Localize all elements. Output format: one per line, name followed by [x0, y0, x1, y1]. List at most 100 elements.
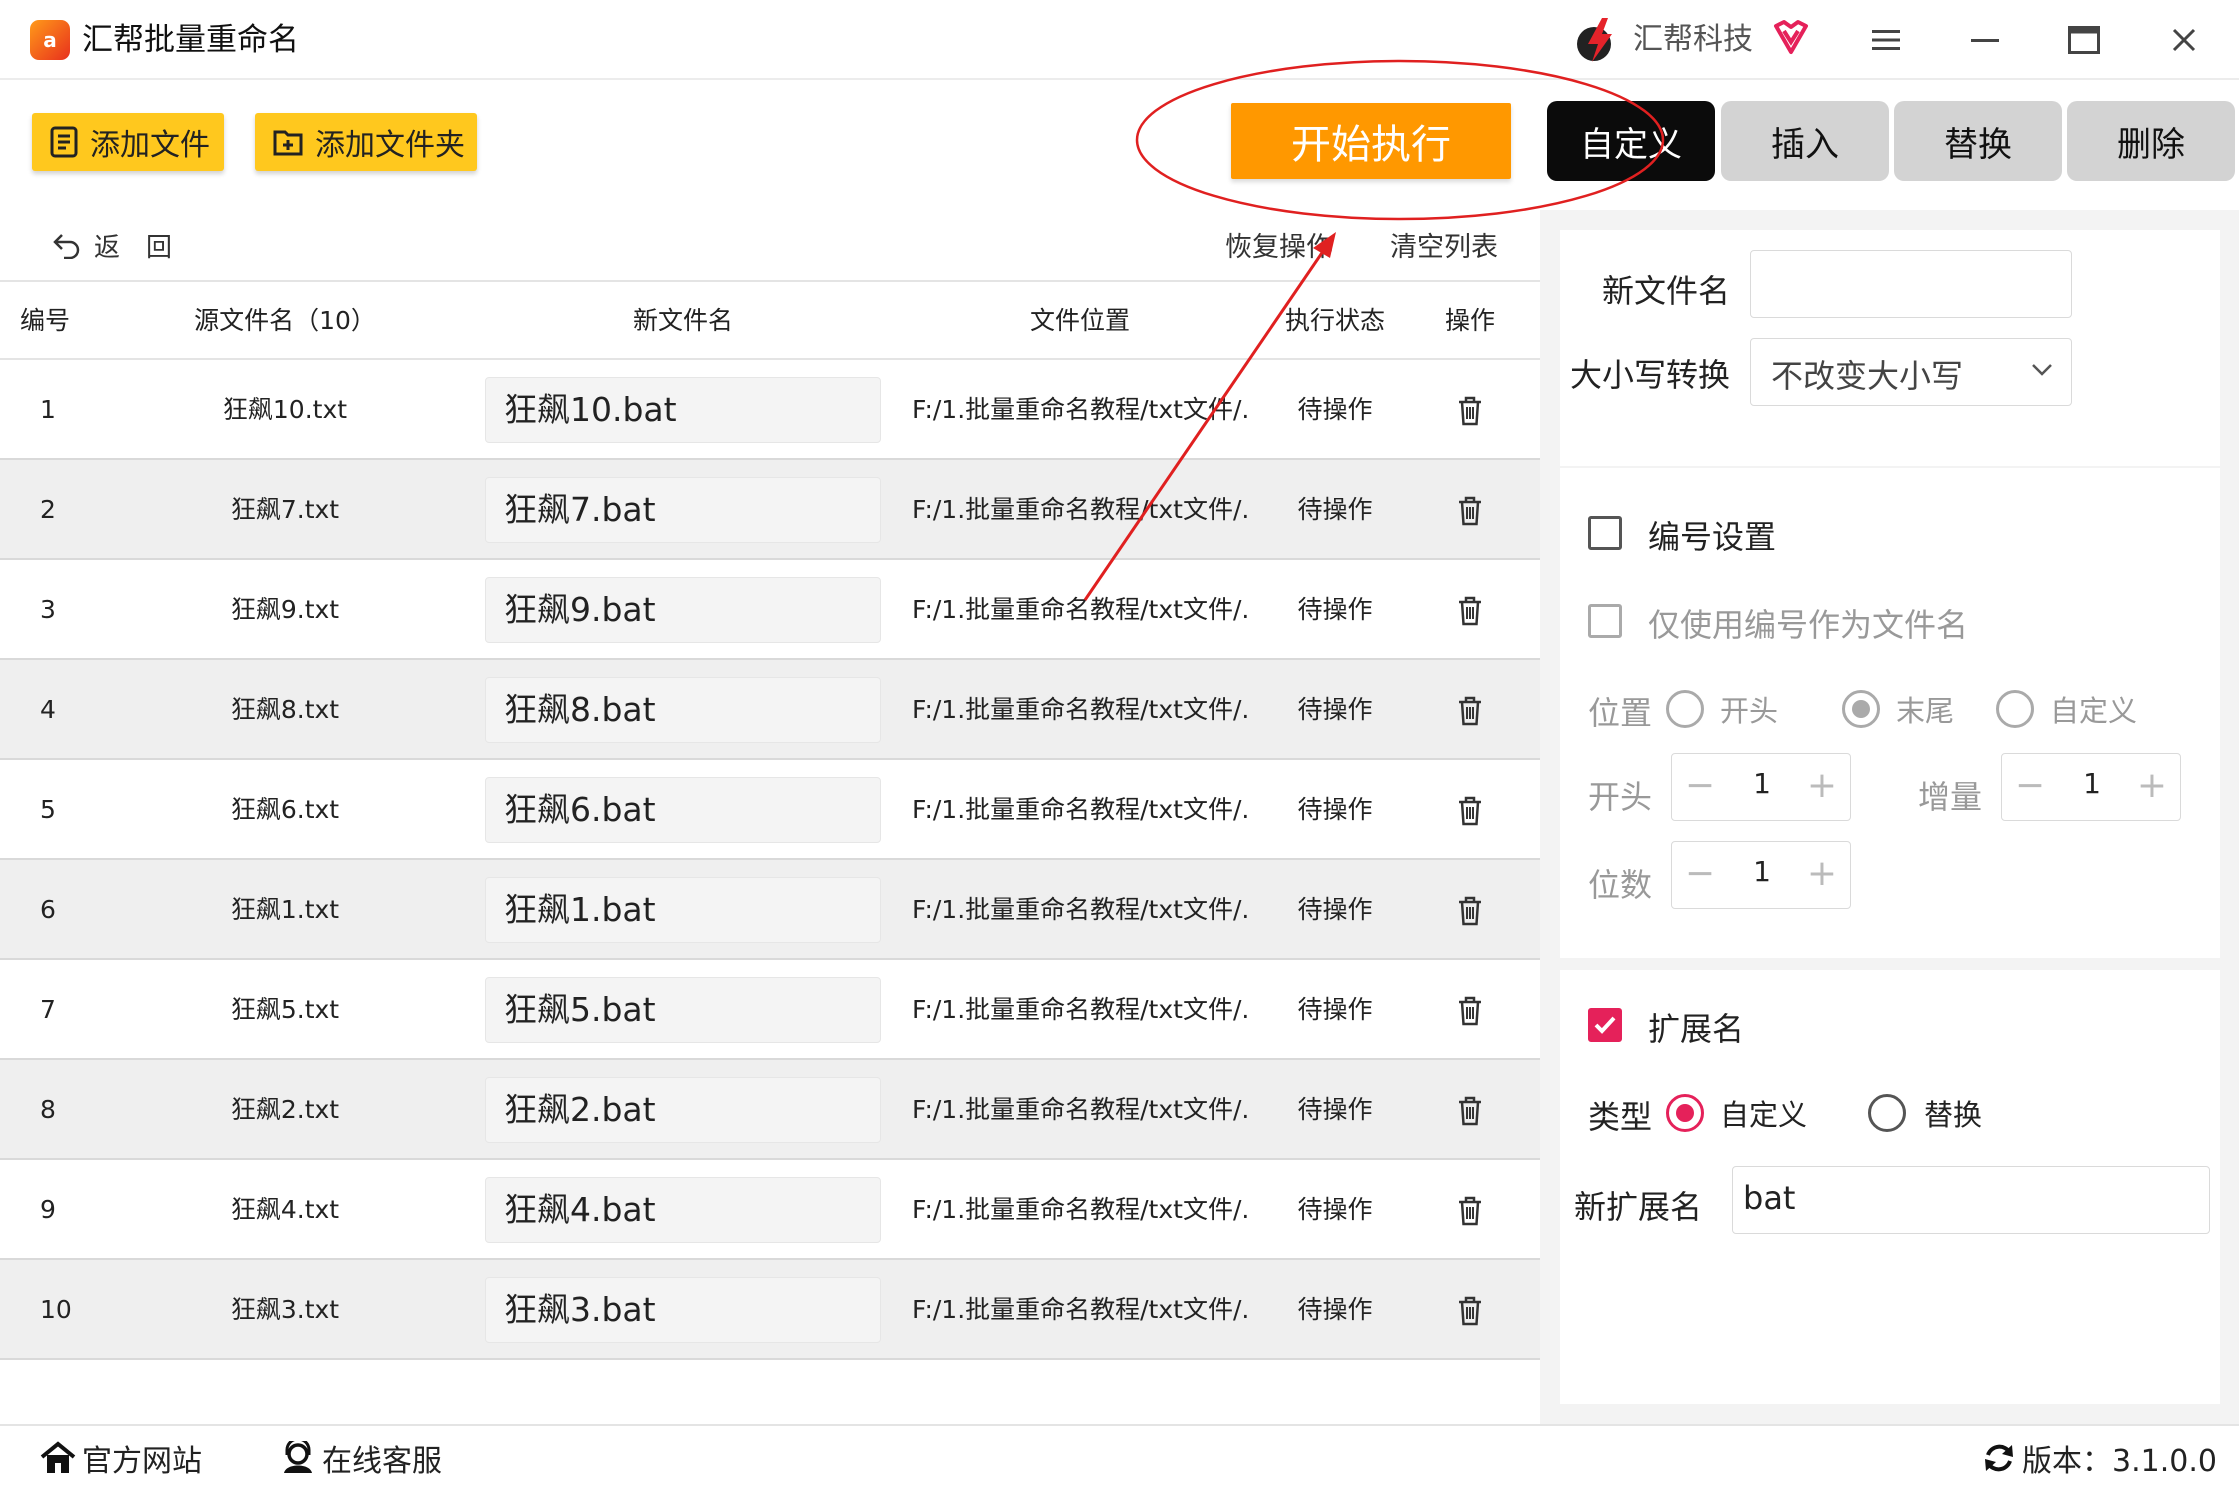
row-source-name: 狂飙10.txt [222, 395, 348, 424]
table-row[interactable]: 5 狂飙6.txt 狂飙6.bat F:/1.批量重命名教程/txt文件/... 待操作 [0, 760, 1540, 860]
type-replace-radio[interactable] [1868, 1094, 1906, 1132]
position-custom-label: 自定义 [2050, 694, 2138, 728]
trash-icon[interactable] [1456, 996, 1484, 1026]
row-location: F:/1.批量重命名教程/txt文件/... [912, 395, 1252, 424]
table-row[interactable]: 2 狂飙7.txt 狂飙7.bat F:/1.批量重命名教程/txt文件/... 待操作 [0, 460, 1540, 560]
increment-stepper[interactable]: − 1 + [2001, 753, 2181, 821]
row-source-name: 狂飙7.txt [230, 495, 340, 524]
trash-icon[interactable] [1456, 496, 1484, 526]
table-row[interactable]: 6 狂飙1.txt 狂飙1.bat F:/1.批量重命名教程/txt文件/... 待操作 [0, 860, 1540, 960]
numbering-checkbox[interactable] [1588, 516, 1622, 550]
only-number-checkbox[interactable] [1588, 604, 1622, 638]
table-row[interactable]: 3 狂飙9.txt 狂飙9.bat F:/1.批量重命名教程/txt文件/... 待操作 [0, 560, 1540, 660]
version-info: 版本：3.1.0.0 [1982, 1438, 2217, 1479]
clear-list-link[interactable]: 清空列表 [1390, 225, 1498, 264]
row-status: 待操作 [1297, 395, 1373, 424]
trash-icon[interactable] [1456, 596, 1484, 626]
row-new-name-input[interactable]: 狂飙7.bat [485, 477, 881, 543]
restore-operation-link[interactable]: 恢复操作 [1225, 225, 1333, 264]
row-new-name-input[interactable]: 狂飙3.bat [485, 1277, 881, 1343]
table-row[interactable]: 9 狂飙4.txt 狂飙4.bat F:/1.批量重命名教程/txt文件/... 待操作 [0, 1160, 1540, 1260]
trash-icon[interactable] [1456, 796, 1484, 826]
row-index: 7 [40, 995, 56, 1024]
row-index: 10 [40, 1295, 72, 1324]
refresh-icon[interactable] [1982, 1441, 2016, 1475]
brand-logo-icon [1577, 18, 1612, 62]
row-status: 待操作 [1297, 495, 1373, 524]
menu-icon[interactable] [1866, 20, 1906, 60]
row-status: 待操作 [1297, 995, 1373, 1024]
type-custom-radio[interactable] [1666, 1094, 1704, 1132]
row-source-name: 狂飙8.txt [230, 695, 340, 724]
minus-icon[interactable]: − [1680, 852, 1720, 896]
header-index: 编号 [20, 306, 71, 335]
row-index: 3 [40, 595, 56, 624]
trash-icon[interactable] [1456, 696, 1484, 726]
row-location: F:/1.批量重命名教程/txt文件/... [912, 895, 1252, 924]
trash-icon[interactable] [1456, 1296, 1484, 1326]
header-status: 执行状态 [1284, 306, 1385, 335]
table-row[interactable]: 4 狂飙8.txt 狂飙8.bat F:/1.批量重命名教程/txt文件/... 待操作 [0, 660, 1540, 760]
back-button[interactable]: 返 回 [52, 225, 172, 265]
row-new-name-input[interactable]: 狂飙4.bat [485, 1177, 881, 1243]
case-conversion-select[interactable]: 不改变大小写 [1750, 338, 2072, 406]
trash-icon[interactable] [1456, 396, 1484, 426]
position-custom-radio[interactable] [1996, 690, 2034, 728]
row-source-name: 狂飙2.txt [230, 1095, 340, 1124]
row-new-name-input[interactable]: 狂飙8.bat [485, 677, 881, 743]
tab-replace[interactable]: 替换 [1894, 101, 2062, 181]
minus-icon[interactable]: − [2010, 764, 2050, 808]
start-stepper[interactable]: − 1 + [1671, 753, 1851, 821]
tab-delete[interactable]: 删除 [2067, 101, 2235, 181]
minimize-icon[interactable] [1965, 20, 2005, 60]
tab-custom[interactable]: 自定义 [1547, 101, 1715, 181]
case-conversion-value: 不改变大小写 [1771, 357, 1964, 395]
table-row[interactable]: 8 狂飙2.txt 狂飙2.bat F:/1.批量重命名教程/txt文件/... 待操作 [0, 1060, 1540, 1160]
close-icon[interactable] [2164, 20, 2204, 60]
row-location: F:/1.批量重命名教程/txt文件/... [912, 995, 1252, 1024]
numbering-card: 编号设置 仅使用编号作为文件名 位置 开头 末尾 自定义 开头 − 1 + 增量… [1560, 468, 2220, 958]
official-website-link[interactable]: 官方网站 [40, 1438, 202, 1479]
plus-icon[interactable]: + [2132, 764, 2172, 808]
row-new-name-input[interactable]: 狂飙1.bat [485, 877, 881, 943]
tab-insert[interactable]: 插入 [1721, 101, 1889, 181]
table-row[interactable]: 1 狂飙10.txt 狂飙10.bat F:/1.批量重命名教程/txt文件/... 待… [0, 360, 1540, 460]
table-row[interactable]: 10 狂飙3.txt 狂飙3.bat F:/1.批量重命名教程/txt文件/... 待操… [0, 1260, 1540, 1360]
row-new-name-input[interactable]: 狂飙2.bat [485, 1077, 881, 1143]
type-label: 类型 [1588, 1098, 1653, 1136]
row-index: 5 [40, 795, 56, 824]
position-start-radio[interactable] [1666, 690, 1704, 728]
add-folder-button[interactable]: 添加文件夹 [255, 113, 477, 171]
plus-icon[interactable]: + [1802, 764, 1842, 808]
digits-stepper[interactable]: − 1 + [1671, 841, 1851, 909]
increment-value: 1 [2083, 767, 2101, 800]
back-label: 返 回 [94, 232, 173, 263]
vip-heart-icon[interactable] [1772, 18, 1810, 56]
trash-icon[interactable] [1456, 896, 1484, 926]
new-extension-input[interactable]: bat [1732, 1166, 2210, 1234]
extension-checkbox[interactable] [1588, 1008, 1622, 1042]
row-new-name-input[interactable]: 狂飙10.bat [485, 377, 881, 443]
maximize-icon[interactable] [2064, 20, 2104, 60]
table-row[interactable]: 7 狂飙5.txt 狂飙5.bat F:/1.批量重命名教程/txt文件/... 待操作 [0, 960, 1540, 1060]
add-file-button[interactable]: 添加文件 [32, 113, 224, 171]
trash-icon[interactable] [1456, 1196, 1484, 1226]
minus-icon[interactable]: − [1680, 764, 1720, 808]
new-name-input[interactable] [1750, 250, 2072, 318]
trash-icon[interactable] [1456, 1096, 1484, 1126]
row-location: F:/1.批量重命名教程/txt文件/... [912, 795, 1252, 824]
row-location: F:/1.批量重命名教程/txt文件/... [912, 1295, 1252, 1324]
row-new-name-input[interactable]: 狂飙5.bat [485, 977, 881, 1043]
position-end-radio[interactable] [1842, 690, 1880, 728]
row-status: 待操作 [1297, 895, 1373, 924]
plus-icon[interactable]: + [1802, 852, 1842, 896]
start-value: 1 [1753, 767, 1771, 800]
header-source: 源文件名（10） [194, 306, 376, 335]
online-support-link[interactable]: 在线客服 [280, 1438, 442, 1479]
online-support-label: 在线客服 [322, 1444, 442, 1479]
app-title: 汇帮批量重命名 [82, 22, 299, 58]
row-new-name-input[interactable]: 狂飙9.bat [485, 577, 881, 643]
settings-panel: 新文件名 大小写转换 不改变大小写 编号设置 仅使用编号作为文件名 位置 开头 … [1540, 210, 2239, 1424]
row-new-name-input[interactable]: 狂飙6.bat [485, 777, 881, 843]
start-execute-button[interactable]: 开始执行 [1231, 103, 1511, 179]
